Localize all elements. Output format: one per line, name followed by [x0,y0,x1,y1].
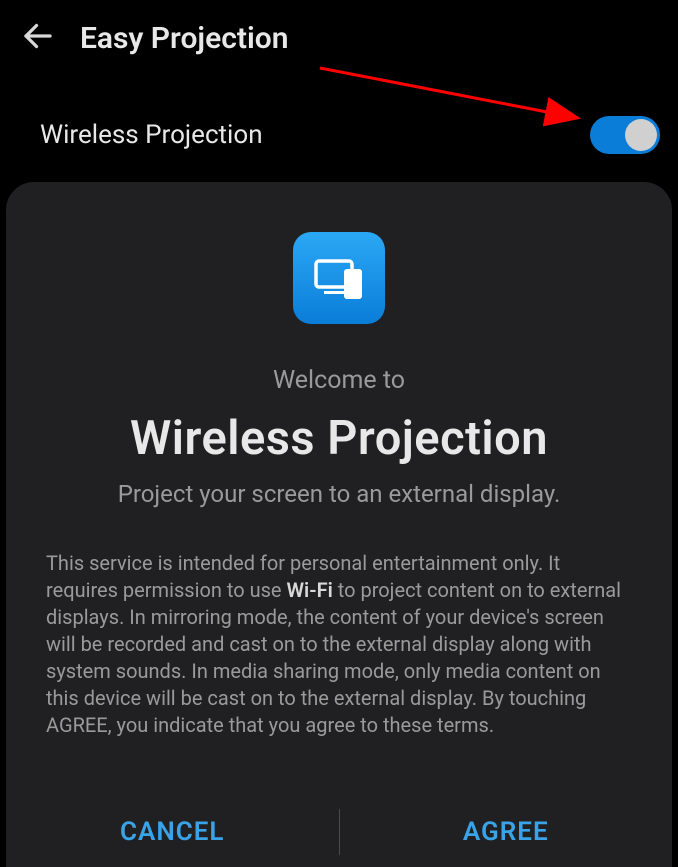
wireless-projection-toggle[interactable] [590,116,660,154]
wireless-projection-toggle-row: Wireless Projection [0,76,678,174]
header: Easy Projection [0,0,678,76]
dialog-title: Wireless Projection [46,411,632,466]
permission-dialog: Welcome to Wireless Projection Project y… [6,182,672,867]
projection-app-icon [293,232,385,324]
page-title: Easy Projection [80,21,288,56]
toggle-knob [625,119,657,151]
agree-button[interactable]: AGREE [340,797,673,867]
terms-text: This service is intended for personal en… [46,550,632,739]
welcome-text: Welcome to [46,366,632,395]
dialog-buttons: CANCEL AGREE [6,797,672,867]
terms-bold: Wi-Fi [287,578,333,602]
cancel-button[interactable]: CANCEL [6,797,339,867]
toggle-label: Wireless Projection [40,120,263,150]
dialog-subtitle: Project your screen to an external displ… [46,480,632,508]
back-button[interactable] [20,18,56,58]
